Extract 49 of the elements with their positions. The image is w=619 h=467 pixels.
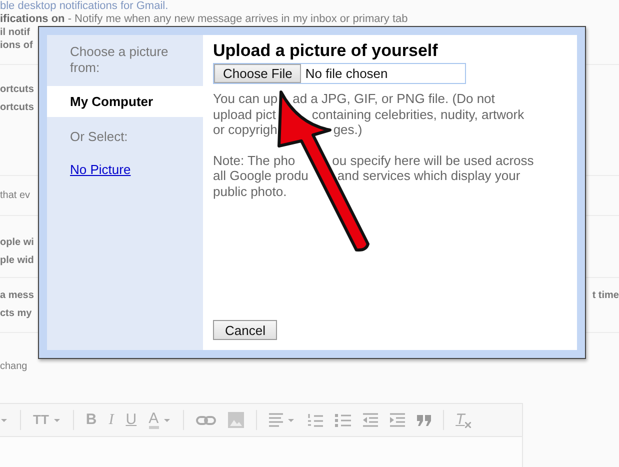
choose-file-button[interactable]: Choose File	[214, 64, 302, 83]
file-name-text: No file chosen	[305, 66, 388, 81]
no-picture-link[interactable]: No Picture	[70, 162, 131, 177]
sidebar-heading: Or Select:	[69, 128, 129, 146]
setting-text: t time	[592, 289, 619, 303]
setting-text: ortcuts	[0, 101, 34, 115]
file-input[interactable]: Choose File No file chosen	[213, 63, 466, 84]
setting-text: il notif	[0, 26, 30, 39]
help-text: ges.)	[333, 122, 362, 138]
help-text: ad a JPG, GIF, or PNG file. (Do not	[292, 91, 495, 106]
italic-icon[interactable]: I	[108, 412, 114, 428]
help-text: Note: The pho	[213, 152, 296, 168]
setting-text: cts my	[0, 307, 32, 321]
link-icon[interactable]	[196, 414, 216, 426]
source-tab[interactable]: My Computer	[47, 86, 203, 117]
help-text: public photo.	[213, 184, 287, 199]
font-size-icon[interactable]: TT	[33, 412, 49, 428]
setting-text: a mess	[0, 289, 34, 303]
setting-text: ople wi	[0, 236, 34, 250]
caret-icon[interactable]	[0, 416, 8, 424]
align-icon[interactable]	[268, 413, 283, 427]
help-text: all Google produ	[213, 168, 308, 184]
cancel-button[interactable]: Cancel	[213, 320, 278, 340]
dialog-title: Upload a picture of yourself	[213, 41, 438, 61]
setting-text: ifications on - Notify me when any new message arrives in my inbox or primary tab	[0, 13, 408, 26]
setting-link[interactable]: ble desktop notifications for Gmail.	[0, 0, 168, 13]
indent-icon[interactable]	[390, 413, 405, 427]
image-icon[interactable]	[228, 412, 244, 428]
setting-text: that ev	[0, 189, 30, 203]
bulleted-list-icon[interactable]	[334, 412, 351, 428]
quote-icon[interactable]	[416, 414, 431, 426]
help-text: upload pict	[213, 106, 276, 122]
help-text: ou specify here will be used across	[332, 152, 534, 168]
help-text: containing celebrities, nudity, artwork	[312, 106, 524, 122]
outdent-icon[interactable]	[362, 413, 378, 427]
help-text: and services which display your	[337, 168, 520, 184]
caret-icon[interactable]	[286, 416, 295, 424]
bold-icon[interactable]: B	[86, 412, 97, 428]
setting-text: ions of	[0, 39, 33, 52]
setting-text: ortcuts	[0, 83, 34, 97]
help-text: or copyrigh	[213, 122, 278, 138]
setting-text: chang	[0, 360, 28, 374]
caret-icon[interactable]	[52, 416, 61, 424]
caret-icon[interactable]	[162, 416, 171, 424]
underline-icon[interactable]: U	[126, 412, 137, 428]
setting-text: ple wid	[0, 254, 34, 268]
sidebar-heading: Choose a picture from:	[69, 44, 170, 76]
numbered-list-icon[interactable]	[306, 412, 323, 428]
help-text: You can up	[213, 91, 278, 106]
